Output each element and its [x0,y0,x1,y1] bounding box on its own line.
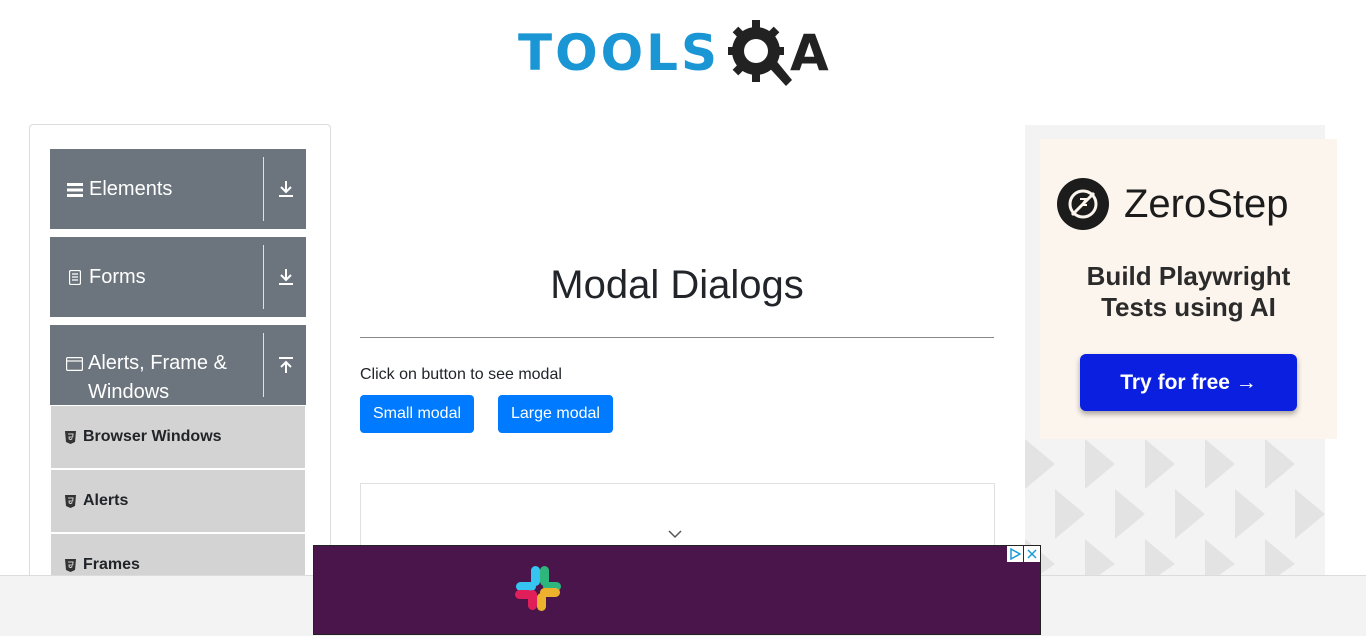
group-label: Elements [89,178,173,200]
ad-tagline: Build Playwright Tests using AI [1040,261,1337,323]
html5-icon [65,494,76,508]
title-divider [360,337,994,338]
adchoices-icon[interactable] [1007,546,1023,562]
toolsqa-logo[interactable]: TOOLS A [518,16,840,90]
bottom-advertisement[interactable] [313,545,1041,635]
group-label: Alerts, Frame & Windows [88,352,227,403]
left-sidebar: Elements Forms Alerts, Frame & Windows B… [29,124,331,596]
group-header-elements[interactable]: Elements [50,149,306,229]
right-advertisement[interactable]: ZeroStep Build Playwright Tests using AI… [1025,125,1337,585]
large-modal-button[interactable]: Large modal [498,395,613,433]
upload-icon[interactable] [274,325,298,405]
chevron-down-icon[interactable] [667,528,683,540]
download-icon[interactable] [274,149,298,229]
hamburger-icon [66,175,84,204]
group-header-forms[interactable]: Forms [50,237,306,317]
try-for-free-button[interactable]: Try for free → [1080,354,1297,411]
sidebar-item-label: Frames [83,556,140,573]
page-title: Modal Dialogs [550,263,804,307]
ad-controls [1006,546,1040,562]
download-icon[interactable] [274,237,298,317]
zerostep-logo-icon [1057,178,1109,230]
logo-text-tools: TOOLS [518,24,720,82]
ad-tagline-text: Build Playwright Tests using AI [1086,261,1291,322]
divider [263,157,264,221]
window-icon [66,349,83,378]
sidebar-item-label: Browser Windows [83,428,222,445]
sidebar-item-browser-windows[interactable]: Browser Windows [51,406,305,468]
divider [263,245,264,309]
ad-card: ZeroStep Build Playwright Tests using AI… [1040,139,1337,439]
gear-icon [728,20,792,86]
group-header-alerts-frame-windows[interactable]: Alerts, Frame & Windows [50,325,306,405]
sidebar-item-alerts[interactable]: Alerts [51,470,305,532]
sidebar-item-label: Alerts [83,492,129,509]
slack-logo-icon [515,566,561,611]
group-label: Forms [89,266,146,288]
divider [263,333,264,397]
instruction-text: Click on button to see modal [360,366,562,383]
document-icon [66,263,84,292]
html5-icon [65,430,76,444]
ad-brand: ZeroStep [1124,181,1289,226]
html5-icon [65,558,76,572]
ad-background-pattern [1025,439,1325,585]
small-modal-button[interactable]: Small modal [360,395,475,433]
close-icon[interactable] [1024,546,1040,562]
zerostep-logo: ZeroStep [1056,177,1289,231]
logo-text-a: A [790,24,829,82]
